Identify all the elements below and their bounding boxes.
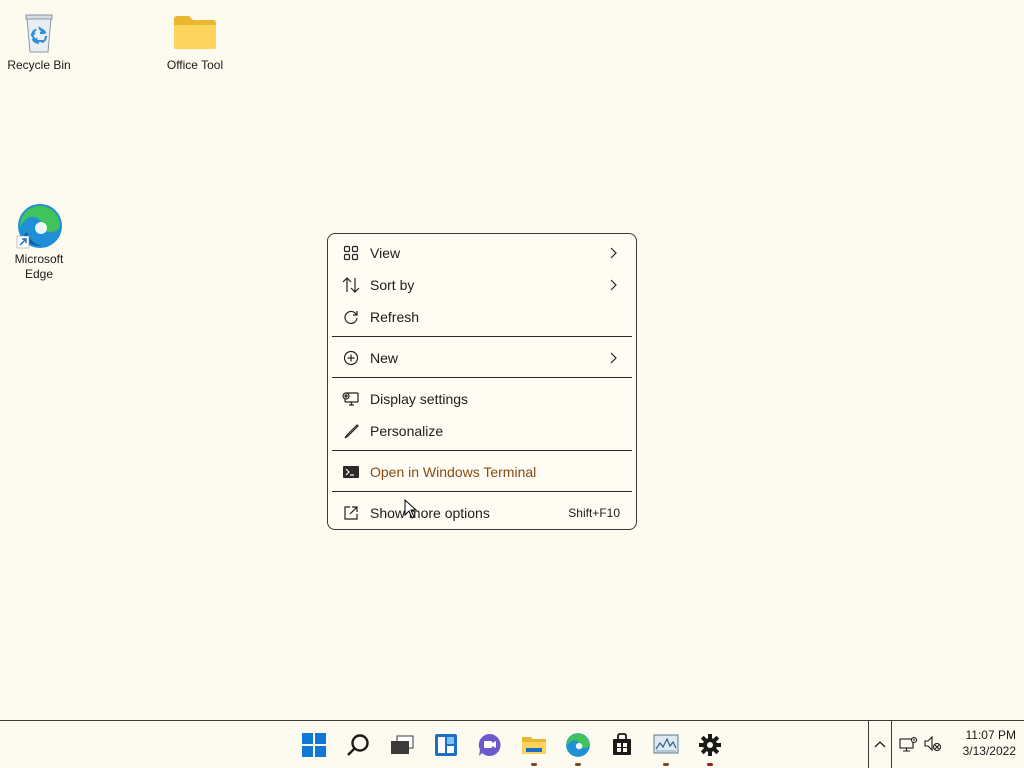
menu-item-show-more-options[interactable]: Show more options Shift+F10 xyxy=(332,498,632,528)
menu-item-label: Refresh xyxy=(370,309,420,325)
search-icon xyxy=(347,734,369,756)
windows-logo-icon xyxy=(302,733,326,757)
volume-muted-icon[interactable] xyxy=(924,735,942,753)
menu-item-label: Open in Windows Terminal xyxy=(370,464,537,480)
menu-separator xyxy=(332,450,632,451)
terminal-icon xyxy=(342,463,360,481)
desktop-icon-office-tool[interactable]: Office Tool xyxy=(157,8,233,73)
network-status-icon[interactable] xyxy=(899,735,917,753)
edge-icon xyxy=(566,733,590,757)
chevron-right-icon xyxy=(610,247,617,259)
menu-item-new[interactable]: New xyxy=(332,343,632,373)
folder-icon xyxy=(171,8,219,56)
view-grid-icon xyxy=(342,244,360,262)
taskbar-store-button[interactable] xyxy=(606,729,638,761)
clock-time: 11:07 PM xyxy=(965,728,1016,742)
taskbar-resource-monitor-button[interactable] xyxy=(650,729,682,766)
task-view-icon xyxy=(391,735,414,754)
edge-icon xyxy=(15,202,63,250)
menu-item-label: Display settings xyxy=(370,391,469,407)
chevron-right-icon xyxy=(610,279,617,291)
menu-item-label: Personalize xyxy=(370,423,444,439)
desktop-icon-label: Microsoft Edge xyxy=(14,252,64,281)
taskbar-chat-button[interactable] xyxy=(474,729,506,761)
desktop-icon-microsoft-edge[interactable]: Microsoft Edge xyxy=(1,202,77,282)
menu-item-label: New xyxy=(370,350,399,366)
menu-separator xyxy=(332,491,632,492)
brush-icon xyxy=(342,422,360,440)
desktop-icon-label: Recycle Bin xyxy=(7,58,71,72)
menu-item-view[interactable]: View xyxy=(332,238,632,268)
gear-icon xyxy=(699,734,721,756)
recycle-bin-icon xyxy=(15,8,63,56)
show-hidden-icons-button[interactable] xyxy=(868,720,892,768)
menu-item-label: View xyxy=(370,245,401,261)
chat-icon xyxy=(478,733,501,756)
taskbar-task-view-button[interactable] xyxy=(386,729,418,761)
taskbar-start-button[interactable] xyxy=(298,729,330,761)
monitor-chart-icon xyxy=(653,734,679,754)
desktop-icon-recycle-bin[interactable]: Recycle Bin xyxy=(1,8,77,73)
taskbar-file-explorer-button[interactable] xyxy=(518,729,550,766)
running-indicator xyxy=(531,763,537,766)
chevron-right-icon xyxy=(610,352,617,364)
menu-item-label: Show more options xyxy=(370,505,490,521)
desktop-context-menu: View Sort by Refresh New Display setting… xyxy=(327,233,637,530)
running-indicator xyxy=(575,763,581,766)
store-icon xyxy=(613,733,631,755)
chevron-up-icon xyxy=(874,741,886,748)
desktop-icon-label: Office Tool xyxy=(166,58,224,72)
taskbar-settings-button[interactable] xyxy=(694,729,726,766)
menu-separator xyxy=(332,336,632,337)
refresh-icon xyxy=(342,308,360,326)
widgets-icon xyxy=(435,734,457,756)
display-settings-icon xyxy=(342,390,360,408)
taskbar-edge-button[interactable] xyxy=(562,729,594,766)
file-explorer-icon xyxy=(522,737,546,754)
taskbar-widgets-button[interactable] xyxy=(430,729,462,761)
menu-item-personalize[interactable]: Personalize xyxy=(332,416,632,446)
menu-item-shortcut: Shift+F10 xyxy=(568,506,620,520)
more-options-icon xyxy=(342,504,360,522)
menu-item-refresh[interactable]: Refresh xyxy=(332,302,632,332)
new-plus-icon xyxy=(342,349,360,367)
clock-date: 3/13/2022 xyxy=(962,744,1016,758)
mouse-cursor-icon xyxy=(404,499,418,519)
running-indicator xyxy=(663,763,669,766)
sort-icon xyxy=(342,276,360,294)
menu-separator xyxy=(332,377,632,378)
menu-item-sort-by[interactable]: Sort by xyxy=(332,270,632,300)
menu-item-label: Sort by xyxy=(370,277,415,293)
system-clock[interactable]: 11:07 PM 3/13/2022 xyxy=(946,727,1016,759)
menu-item-display-settings[interactable]: Display settings xyxy=(332,384,632,414)
taskbar-search-button[interactable] xyxy=(342,729,374,761)
running-indicator xyxy=(707,763,713,766)
menu-item-open-terminal[interactable]: Open in Windows Terminal xyxy=(332,457,632,487)
